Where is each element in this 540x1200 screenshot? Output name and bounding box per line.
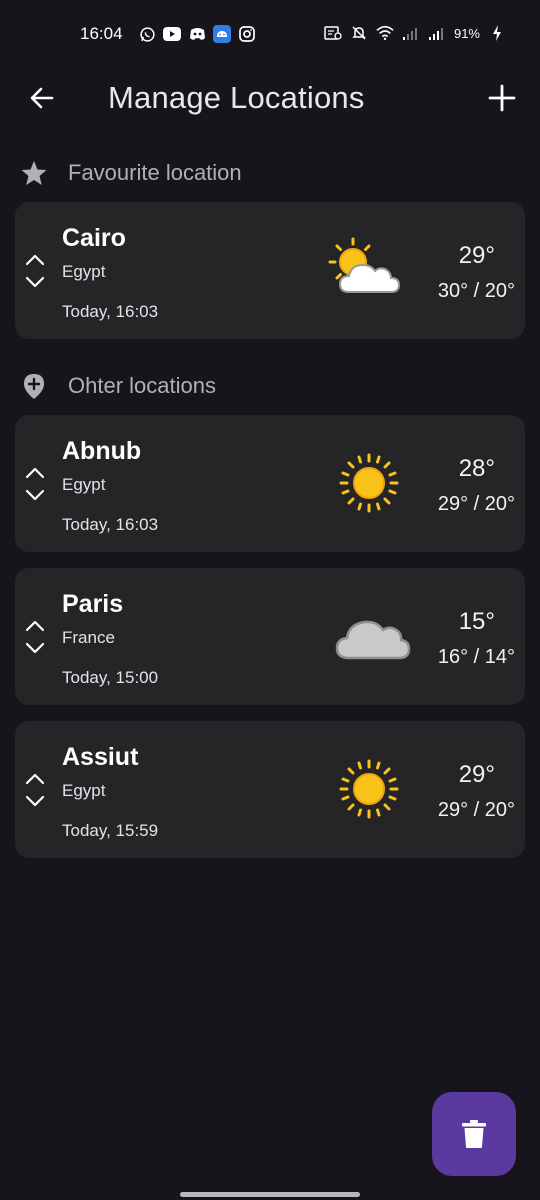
home-indicator[interactable] [180, 1192, 360, 1197]
chevron-down-icon[interactable] [23, 640, 47, 656]
status-time: 16:04 [80, 24, 123, 43]
cloud-icon [335, 620, 411, 660]
wifi-icon [376, 24, 394, 42]
android-icon [213, 25, 231, 43]
status-bar: 16:04 91% [0, 0, 540, 70]
chevron-down-icon[interactable] [23, 793, 47, 809]
current-temp: 29° [458, 761, 495, 788]
page-title: Manage Locations [108, 80, 365, 115]
arrow-left-icon [30, 87, 54, 109]
add-location-button[interactable] [484, 80, 520, 116]
favourite-section-label: Favourite location [68, 160, 242, 185]
temp-range: 30° / 20° [437, 280, 515, 302]
signal-icon [428, 24, 446, 42]
update-time: Today, 16:03 [62, 515, 159, 534]
whatsapp-icon [138, 25, 156, 43]
chevron-up-icon[interactable] [23, 618, 47, 634]
country-name: France [62, 628, 115, 647]
city-name: Cairo [62, 224, 126, 252]
sun-icon [339, 453, 399, 513]
back-button[interactable] [24, 80, 60, 116]
location-card-cairo[interactable]: Cairo Egypt Today, 16:03 29° 30° / 20° [15, 202, 525, 339]
partly-cloudy-icon [328, 237, 401, 293]
trash-icon [462, 1120, 486, 1148]
temp-range: 29° / 20° [437, 799, 515, 821]
city-name: Abnub [62, 437, 142, 465]
favourite-section-header: Favourite location [0, 154, 540, 190]
star-icon [21, 161, 47, 185]
reorder-control [23, 202, 49, 339]
country-name: Egypt [62, 262, 106, 281]
instagram-icon [238, 25, 256, 43]
country-name: Egypt [62, 781, 106, 800]
chevron-down-icon[interactable] [23, 274, 47, 290]
reorder-control [23, 568, 49, 705]
data-saver-icon [324, 24, 342, 42]
update-time: Today, 15:00 [62, 668, 159, 687]
update-time: Today, 16:03 [62, 302, 159, 321]
bell-off-icon [350, 24, 368, 42]
app-bar: Manage Locations [0, 70, 540, 130]
location-plus-icon [24, 374, 44, 399]
city-name: Paris [62, 590, 124, 618]
chevron-down-icon[interactable] [23, 487, 47, 503]
plus-icon [488, 84, 516, 112]
reorder-control [23, 415, 49, 552]
reorder-control [23, 721, 49, 858]
other-section-label: Ohter locations [68, 373, 216, 398]
battery-level: 91% [453, 25, 480, 41]
system-icons: 91% [324, 24, 506, 42]
temp-range: 29° / 20° [437, 493, 515, 515]
signal-icon [402, 24, 420, 42]
notification-icons [138, 25, 256, 43]
current-temp: 15° [458, 608, 495, 635]
city-name: Assiut [62, 743, 139, 771]
youtube-icon [163, 25, 181, 43]
temp-range: 16° / 14° [437, 646, 515, 668]
delete-fab-button[interactable] [432, 1092, 516, 1176]
country-name: Egypt [62, 475, 106, 494]
chevron-up-icon[interactable] [23, 771, 47, 787]
discord-icon [188, 25, 206, 43]
current-temp: 29° [458, 242, 495, 269]
current-temp: 28° [458, 455, 495, 482]
chevron-up-icon[interactable] [23, 465, 47, 481]
update-time: Today, 15:59 [62, 821, 159, 840]
location-card-abnub[interactable]: Abnub Egypt Today, 16:03 28° 29° / 20° [15, 415, 525, 552]
battery-charging-icon [488, 24, 506, 42]
location-card-assiut[interactable]: Assiut Egypt Today, 15:59 29° 29° / 20° [15, 721, 525, 858]
sun-icon [339, 759, 399, 819]
chevron-up-icon[interactable] [23, 252, 47, 268]
other-section-header: Ohter locations [0, 367, 540, 403]
location-card-paris[interactable]: Paris France Today, 15:00 15° 16° / 14° [15, 568, 525, 705]
